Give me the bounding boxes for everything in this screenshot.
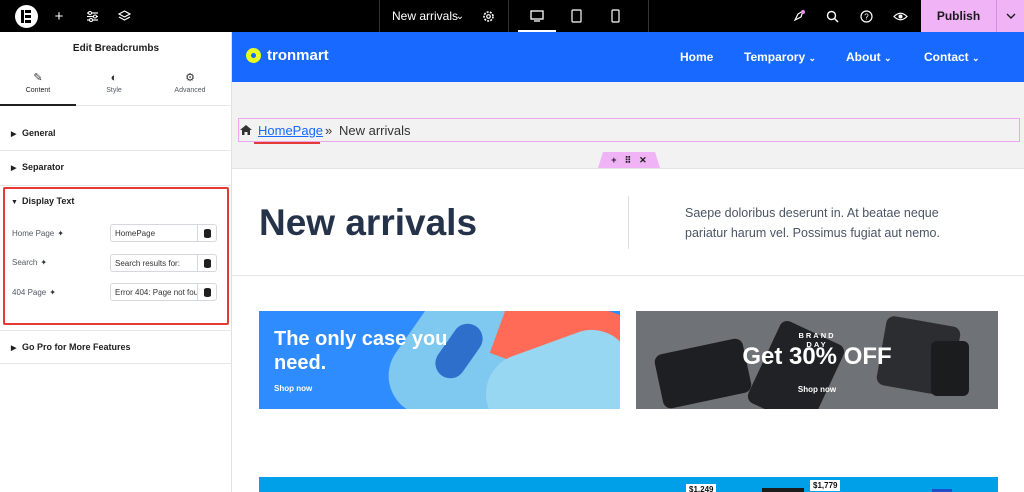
divider	[379, 0, 380, 32]
help-icon[interactable]: ?	[857, 7, 875, 25]
power-bank-image	[653, 337, 753, 409]
chevron-down-icon[interactable]: ⌄	[451, 7, 469, 25]
divider	[232, 275, 1024, 276]
page-title: New arrivals	[259, 202, 478, 243]
divider	[508, 0, 509, 32]
caret-right-icon: ▶	[11, 165, 17, 172]
breadcrumb-current: New arrivals	[339, 123, 411, 138]
divider	[0, 185, 232, 186]
tab-style[interactable]: ◐ Style	[76, 68, 152, 106]
panel-tabs: ✎ Content ◐ Style ⚙ Advanced	[0, 68, 232, 106]
editor-panel: Edit Breadcrumbs ✎ Content ◐ Style ⚙ Adv…	[0, 32, 232, 492]
pencil-icon: ✎	[33, 72, 43, 84]
promo-banner-brand-day[interactable]: BRAND DAY Get 30% OFF Shop now	[636, 311, 998, 409]
page-settings-gear-icon[interactable]	[479, 7, 497, 25]
elementor-logo-icon[interactable]	[15, 5, 38, 28]
section-label: Display Text	[22, 196, 75, 206]
dynamic-tags-database-icon[interactable]	[198, 254, 217, 272]
brand-logo[interactable]: tronmart	[246, 47, 329, 64]
structure-layers-icon[interactable]	[115, 7, 133, 25]
section-handle[interactable]: + ⠿ ✕	[598, 152, 660, 168]
editor-topbar: + New arrivals ⌄ ? Publish	[0, 0, 1024, 32]
banner-title: Get 30% OFF	[742, 343, 892, 370]
section-label: Separator	[22, 162, 65, 172]
tab-content[interactable]: ✎ Content	[0, 68, 76, 106]
site-settings-icon[interactable]	[83, 7, 101, 25]
search-label: Search ✦	[12, 258, 48, 267]
nav-home[interactable]: Home	[680, 50, 713, 64]
tab-advanced[interactable]: ⚙ Advanced	[152, 68, 228, 106]
dynamic-tags-database-icon[interactable]	[198, 224, 217, 242]
404-page-input[interactable]: Error 404: Page not found	[110, 283, 198, 301]
site-preview: tronmart Home Temparory ⌄ About ⌄ Contac…	[232, 32, 1024, 492]
section-general[interactable]: ▶ General	[0, 128, 232, 138]
search-icon[interactable]	[823, 7, 841, 25]
gear-icon: ⚙	[185, 72, 195, 84]
dynamic-tags-database-icon[interactable]	[198, 283, 217, 301]
banner-title: The only case you need.	[274, 328, 448, 374]
nav-temparory[interactable]: Temparory ⌄	[744, 50, 816, 64]
tablet-icon[interactable]	[567, 7, 585, 25]
nav-about[interactable]: About ⌄	[846, 50, 892, 64]
svg-text:?: ?	[864, 12, 869, 21]
add-section-icon: +	[611, 155, 617, 165]
nav-contact[interactable]: Contact ⌄	[924, 50, 980, 64]
ai-sparkle-icon: ✦	[49, 288, 56, 297]
caret-right-icon: ▶	[11, 131, 17, 138]
divider	[0, 150, 232, 151]
contrast-icon: ◐	[110, 72, 118, 84]
panel-title: Edit Breadcrumbs	[72, 42, 160, 54]
section-label: Go Pro for More Features	[22, 342, 131, 352]
shop-now-link[interactable]: Shop now	[274, 384, 312, 393]
tab-label: Advanced	[174, 87, 206, 94]
caret-right-icon: ▶	[11, 345, 17, 352]
ai-sparkle-icon: ✦	[57, 229, 64, 238]
divider	[0, 330, 232, 331]
close-icon: ✕	[639, 154, 647, 165]
breadcrumb-separator: »	[325, 123, 333, 138]
section-separator[interactable]: ▶ Separator	[0, 162, 232, 172]
product-image	[762, 488, 804, 492]
caret-down-icon: ▼	[11, 199, 18, 206]
shop-now-link[interactable]: Shop now	[786, 385, 848, 394]
brand-name: tronmart	[267, 47, 329, 64]
home-page-label: Home Page ✦	[12, 229, 64, 238]
divider	[0, 363, 232, 364]
ai-sparkle-icon: ✦	[40, 258, 48, 267]
drag-handle-icon: ⠿	[624, 154, 632, 165]
price-tag: $1,779	[810, 480, 841, 491]
site-header: tronmart Home Temparory ⌄ About ⌄ Contac…	[232, 32, 1024, 82]
tab-label: Content	[25, 87, 51, 94]
price-tag: $1,249	[686, 484, 717, 492]
notifications-rocket-icon[interactable]	[790, 7, 808, 25]
divider	[648, 0, 649, 32]
section-display-text[interactable]: ▼ Display Text	[0, 196, 232, 206]
publish-button[interactable]: Publish	[921, 0, 996, 32]
publish-options-chevron-icon[interactable]	[996, 0, 1024, 32]
home-icon	[239, 124, 253, 139]
hero-description: Saepe doloribus deserunt in. At beatae n…	[685, 206, 940, 240]
tab-label: Style	[106, 87, 122, 94]
section-label: General	[22, 128, 56, 138]
home-page-input[interactable]: HomePage	[110, 224, 198, 242]
mobile-icon[interactable]	[606, 7, 624, 25]
search-input[interactable]: Search results for:	[110, 254, 198, 272]
preview-eye-icon[interactable]	[891, 7, 909, 25]
section-go-pro[interactable]: ▶ Go Pro for More Features	[0, 342, 232, 352]
promo-banner-case[interactable]: The only case you need. Shop now	[259, 311, 620, 409]
document-title[interactable]: New arrivals	[392, 9, 458, 23]
desktop-icon[interactable]	[528, 7, 546, 25]
divider	[628, 196, 629, 249]
divider	[232, 168, 1024, 169]
brand-dot-icon	[246, 48, 261, 63]
404-page-label: 404 Page ✦	[12, 288, 56, 297]
promo-banner-products[interactable]	[259, 477, 998, 492]
breadcrumb-home-link[interactable]: HomePage	[258, 123, 323, 138]
highlight-underline	[254, 142, 320, 144]
add-element-icon[interactable]: +	[50, 7, 68, 25]
